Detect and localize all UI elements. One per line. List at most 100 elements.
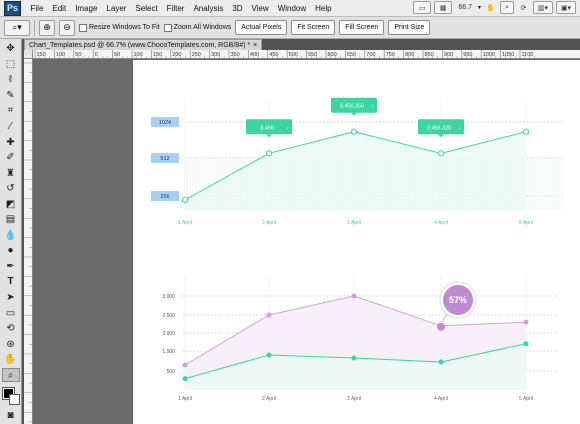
brush-tool-icon[interactable]: ✐ <box>2 151 20 165</box>
ruler-label: 1100 <box>522 52 534 58</box>
mini-bridge-icon[interactable]: ▭ <box>413 1 432 14</box>
background-color-swatch[interactable] <box>8 394 20 406</box>
vertical-ruler[interactable] <box>24 59 33 424</box>
menu-file[interactable]: File <box>26 4 48 13</box>
document-canvas[interactable]: 1024 512 256 3.456 › 3.456.350 › 2.456.320 › 1 Ap… <box>133 60 580 424</box>
screen-mode-icon[interactable]: ▣▾ <box>556 1 576 14</box>
menu-analysis[interactable]: Analysis <box>189 4 228 13</box>
crop-tool-icon[interactable]: ⌗ <box>2 104 20 118</box>
ruler-label: 800 <box>405 52 414 58</box>
hand-icon[interactable]: ✋ <box>484 1 497 14</box>
data-point <box>350 128 358 135</box>
zoom-in-icon[interactable]: ⊕ <box>39 19 55 36</box>
series-area <box>185 131 526 210</box>
x-tick-label: 3 April <box>347 220 361 226</box>
menu-image[interactable]: Image <box>71 4 102 13</box>
data-point <box>523 319 529 325</box>
zoom-dropdown-icon[interactable]: ▾ <box>478 4 481 11</box>
data-point <box>266 352 272 358</box>
y-tick-label: 2.000 <box>162 331 175 337</box>
3d-orbit-tool-icon[interactable]: ⊛ <box>2 337 20 351</box>
gradient-tool-icon[interactable]: ▤ <box>2 213 20 227</box>
x-tick-label: 2 April <box>262 396 276 402</box>
color-swatches[interactable] <box>1 387 20 406</box>
data-point <box>437 150 445 157</box>
marquee-tool-icon[interactable]: ⬚ <box>2 58 20 72</box>
callout-pointer <box>351 112 357 116</box>
options-bar: ⌕▾ ⊕ ⊖ Resize Windows To Fit Zoom All Wi… <box>0 17 580 39</box>
hand-tool-icon[interactable]: ✋ <box>2 353 20 367</box>
x-tick-label: 3 April <box>347 396 361 402</box>
ruler-label: 850 <box>425 52 434 58</box>
menu-filter[interactable]: Filter <box>162 4 189 13</box>
fill-screen-button[interactable]: Fill Screen <box>339 20 385 35</box>
ruler-label: 250 <box>192 52 201 58</box>
zoom-tool-preset-icon[interactable]: ⌕▾ <box>4 19 30 36</box>
zoom-out-icon[interactable]: ⊖ <box>59 19 75 36</box>
menu-bar: Ps File Edit Image Layer Select Filter Analysi… <box>0 0 580 17</box>
ruler-label: 450 <box>269 52 278 58</box>
ruler-label: 500 <box>289 52 298 58</box>
callout-text: 2.456.320 <box>427 125 451 131</box>
ruler-label: 150 <box>153 52 162 58</box>
chart-templates: 10245122563.456 ›3.456.350 ›2.456.320 ›1 Ap… <box>151 97 563 402</box>
fit-screen-button[interactable]: Fit Screen <box>291 20 336 35</box>
pen-tool-icon[interactable]: ✒ <box>2 260 20 274</box>
eraser-tool-icon[interactable]: ◩ <box>2 197 20 211</box>
type-tool-icon[interactable]: T <box>2 275 20 289</box>
menu-select[interactable]: Select <box>131 4 162 13</box>
move-tool-icon[interactable]: ✥ <box>2 42 20 56</box>
x-tick-label: 4 April <box>434 396 448 402</box>
resize-windows-checkbox[interactable]: Resize Windows To Fit <box>79 23 160 32</box>
ruler-label: 550 <box>308 52 317 58</box>
menu-view[interactable]: View <box>247 4 273 13</box>
ruler-label: 400 <box>250 52 259 58</box>
close-tab-icon[interactable]: × <box>253 42 257 49</box>
quick-select-tool-icon[interactable]: ✎ <box>2 89 20 103</box>
y-tick-label: 500 <box>167 369 176 375</box>
menu-help[interactable]: Help <box>311 4 336 13</box>
ruler-label: 300 <box>211 52 220 58</box>
ruler-label: 700 <box>366 52 375 58</box>
document-tab[interactable]: Chart_Templates.psd @ 66.7% (www.ChocoTe… <box>24 39 263 50</box>
ruler-label: 950 <box>463 52 472 58</box>
ruler-origin[interactable] <box>24 50 33 59</box>
zoom-all-windows-checkbox[interactable]: Zoom All Windows <box>163 23 231 32</box>
y-tick-label: 1024 <box>159 120 171 126</box>
shape-tool-icon[interactable]: ▭ <box>2 306 20 320</box>
quick-mask-icon[interactable]: ◙ <box>2 409 20 423</box>
ruler-label: 600 <box>328 52 337 58</box>
spot-healing-tool-icon[interactable]: ✚ <box>2 135 20 149</box>
rotate-icon[interactable]: ⟳ <box>517 1 530 14</box>
data-point <box>523 341 529 347</box>
horizontal-ruler[interactable]: 150 100 50 0 50 100 150 200 250 300 350 400 450 500 55… <box>33 50 580 59</box>
zoom-icon[interactable]: ⌕ <box>500 1 514 14</box>
menu-3d[interactable]: 3D <box>228 4 247 13</box>
eyedropper-tool-icon[interactable]: ⁄ <box>2 120 20 134</box>
ruler-label: 50 <box>75 52 81 58</box>
data-point <box>522 128 530 135</box>
arrange-icon[interactable]: ▥▾ <box>533 1 553 14</box>
path-select-tool-icon[interactable]: ➤ <box>2 291 20 305</box>
menu-layer[interactable]: Layer <box>102 4 131 13</box>
print-size-button[interactable]: Print Size <box>388 20 431 35</box>
menu-window[interactable]: Window <box>273 4 310 13</box>
data-point <box>265 150 273 157</box>
zoom-tool-icon[interactable]: ⌕ <box>1 368 20 383</box>
x-tick-label: 4 April <box>434 220 448 226</box>
zoom-level[interactable]: 66.7 <box>455 4 475 11</box>
y-tick-label: 1.500 <box>162 349 175 355</box>
dodge-tool-icon[interactable]: ● <box>2 244 20 258</box>
callout-text: 3.456 <box>260 125 274 131</box>
ruler-label: 200 <box>172 52 181 58</box>
3d-rotate-tool-icon[interactable]: ⟲ <box>2 322 20 336</box>
actual-pixels-button[interactable]: Actual Pixels <box>235 20 288 35</box>
menu-edit[interactable]: Edit <box>48 4 71 13</box>
history-brush-tool-icon[interactable]: ↺ <box>2 182 20 196</box>
blur-tool-icon[interactable]: 💧 <box>2 229 20 243</box>
highlight-point <box>437 322 445 331</box>
ruler-icon[interactable]: ▦ <box>434 1 453 14</box>
data-point <box>182 376 188 382</box>
lasso-tool-icon[interactable]: ℓ <box>2 73 20 87</box>
clone-stamp-tool-icon[interactable]: ♜ <box>2 166 20 180</box>
